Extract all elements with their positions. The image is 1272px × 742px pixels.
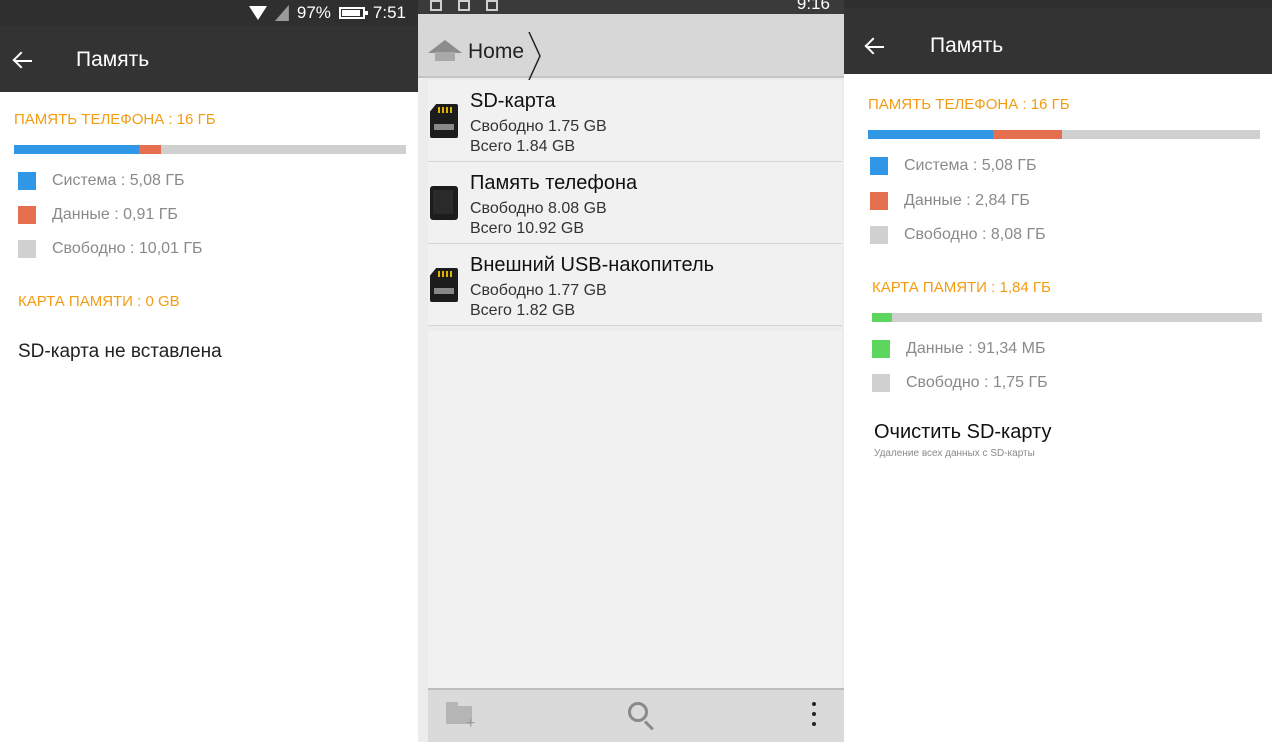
legend-label: Свободно : 8,08 ГБ xyxy=(904,226,1046,243)
sd-card-usage-bar xyxy=(872,313,1262,322)
more-vert-icon[interactable] xyxy=(810,702,818,726)
page-title: Память xyxy=(76,48,150,71)
battery-icon xyxy=(338,7,368,19)
app-bar: Память xyxy=(0,26,418,92)
legend-label: Система : 5,08 ГБ xyxy=(904,157,1037,174)
drive-free: Свободно 1.75 GB xyxy=(470,118,607,135)
legend-swatch xyxy=(18,240,36,258)
drive-total: Всего 1.84 GB xyxy=(470,138,576,155)
back-arrow-icon[interactable] xyxy=(12,50,34,72)
legend-swatch xyxy=(872,374,890,392)
chevron-right-icon xyxy=(528,32,542,80)
drive-total: Всего 1.82 GB xyxy=(470,302,576,319)
legend-swatch xyxy=(18,172,36,190)
list-item-usb-storage[interactable]: Внешний USB-накопитель Свободно 1.77 GB … xyxy=(428,244,842,326)
sd-card-header: КАРТА ПАМЯТИ : 1,84 ГБ xyxy=(872,279,1051,296)
usage-segment-data xyxy=(992,130,1063,139)
usage-segment-free xyxy=(160,145,406,154)
legend-data: Данные : 0,91 ГБ xyxy=(18,206,178,224)
home-icon[interactable] xyxy=(428,40,462,62)
bottom-toolbar: + xyxy=(428,688,844,742)
phone-memory-usage-bar xyxy=(868,130,1260,139)
storage-screen-no-sd: 97% 7:51 Память ПАМЯТЬ ТЕЛЕФОНА : 16 ГБ … xyxy=(0,0,418,742)
drive-title: SD-карта xyxy=(470,90,556,112)
status-bar xyxy=(844,0,1272,8)
breadcrumb-home[interactable]: Home xyxy=(468,40,524,64)
usage-segment-free xyxy=(1062,130,1260,139)
list-item-phone-memory[interactable]: Память телефона Свободно 8.08 GB Всего 1… xyxy=(428,162,842,244)
legend-label: Данные : 0,91 ГБ xyxy=(52,206,178,223)
usage-segment-system xyxy=(868,130,993,139)
usage-segment-data xyxy=(872,313,892,322)
message-icon xyxy=(486,0,498,11)
status-bar: 9:16 xyxy=(418,0,844,14)
drive-total: Всего 10.92 GB xyxy=(470,220,584,237)
sd-card-icon xyxy=(430,104,458,138)
file-manager-screen: 9:16 Home SD-карта Свободно 1.75 GB Всег… xyxy=(418,0,844,742)
phone-memory-usage-bar xyxy=(14,145,406,154)
usage-segment-system xyxy=(14,145,139,154)
legend-label: Свободно : 1,75 ГБ xyxy=(906,374,1048,391)
legend-system: Система : 5,08 ГБ xyxy=(18,172,185,190)
drive-free: Свободно 1.77 GB xyxy=(470,282,607,299)
sd-card-header: КАРТА ПАМЯТИ : 0 GB xyxy=(18,293,180,310)
app-bar: Память xyxy=(844,8,1272,74)
sd-missing-message: SD-карта не вставлена xyxy=(18,341,222,362)
search-icon[interactable] xyxy=(628,702,656,731)
drive-title: Внешний USB-накопитель xyxy=(470,254,715,276)
wifi-icon xyxy=(248,6,267,20)
legend-free: Свободно : 1,75 ГБ xyxy=(872,374,1048,392)
breadcrumb: Home xyxy=(418,14,844,80)
phone-icon xyxy=(430,186,458,220)
legend-swatch xyxy=(872,340,890,358)
legend-data: Данные : 2,84 ГБ xyxy=(870,192,1030,210)
clock: 9:16 xyxy=(796,0,830,13)
legend-label: Данные : 2,84 ГБ xyxy=(904,192,1030,209)
legend-swatch xyxy=(18,206,36,224)
drive-free: Свободно 8.08 GB xyxy=(470,200,607,217)
image-icon xyxy=(458,0,470,11)
list-item-sd-card[interactable]: SD-карта Свободно 1.75 GB Всего 1.84 GB xyxy=(428,80,842,162)
legend-system: Система : 5,08 ГБ xyxy=(870,157,1037,175)
status-bar: 97% 7:51 xyxy=(0,0,418,26)
legend-swatch xyxy=(870,192,888,210)
new-folder-icon[interactable]: + xyxy=(446,702,475,732)
clear-sd-card-button[interactable]: Очистить SD-карту xyxy=(874,421,1051,444)
usage-segment-free xyxy=(891,313,1262,322)
usage-segment-data xyxy=(138,145,161,154)
storage-screen-with-sd: Память ПАМЯТЬ ТЕЛЕФОНА : 16 ГБ Система :… xyxy=(844,0,1272,742)
legend-free: Свободно : 8,08 ГБ xyxy=(870,226,1046,244)
clock: 7:51 xyxy=(372,3,406,22)
notification-icon xyxy=(430,0,442,11)
legend-label: Данные : 91,34 МБ xyxy=(906,340,1046,357)
phone-memory-header: ПАМЯТЬ ТЕЛЕФОНА : 16 ГБ xyxy=(868,96,1070,113)
legend-label: Свободно : 10,01 ГБ xyxy=(52,240,203,257)
legend-label: Система : 5,08 ГБ xyxy=(52,172,185,189)
usb-storage-icon xyxy=(430,268,458,302)
legend-data: Данные : 91,34 МБ xyxy=(872,340,1045,358)
signal-icon xyxy=(274,5,289,21)
back-arrow-icon[interactable] xyxy=(864,36,886,58)
phone-memory-header: ПАМЯТЬ ТЕЛЕФОНА : 16 ГБ xyxy=(14,111,216,128)
legend-free: Свободно : 10,01 ГБ xyxy=(18,240,203,258)
drive-title: Память телефона xyxy=(470,172,638,194)
clear-sd-card-subtitle: Удаление всех данных с SD-карты xyxy=(874,448,1035,459)
page-title: Память xyxy=(930,34,1004,57)
battery-percent: 97% xyxy=(296,3,331,22)
drive-list: SD-карта Свободно 1.75 GB Всего 1.84 GB … xyxy=(428,80,842,326)
empty-area xyxy=(428,330,842,690)
legend-swatch xyxy=(870,226,888,244)
screenshot-collage: 97% 7:51 Память ПАМЯТЬ ТЕЛЕФОНА : 16 ГБ … xyxy=(0,0,1272,742)
legend-swatch xyxy=(870,157,888,175)
